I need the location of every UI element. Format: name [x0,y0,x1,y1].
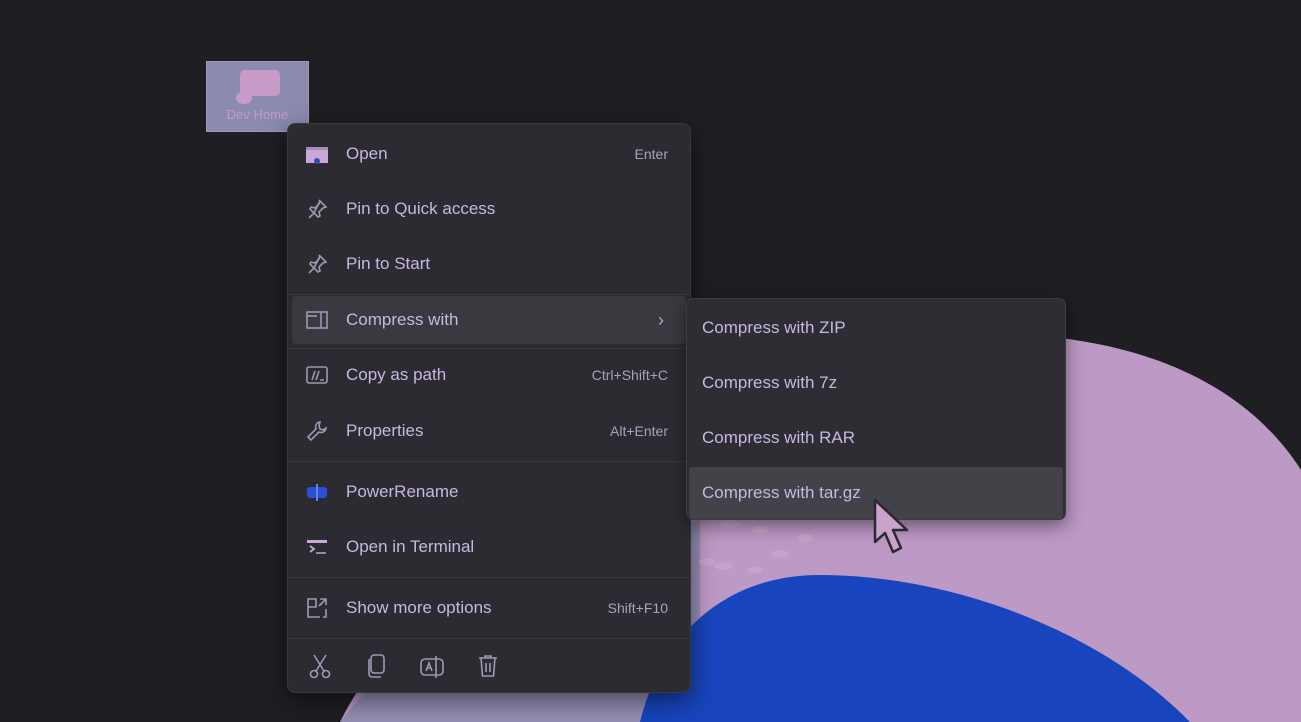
menu-item-label: Properties [346,421,424,440]
compress-submenu: Compress with ZIP Compress with 7z Compr… [686,298,1066,520]
menu-separator [288,294,690,295]
submenu-item-7z[interactable]: Compress with 7z [689,357,1063,409]
desktop-icon-dev-home[interactable]: Dev Home [206,61,309,132]
show-more-icon [304,595,330,621]
menu-item-label: Open [346,144,388,163]
menu-item-pin-start[interactable]: Pin to Start [292,240,686,288]
menu-item-shortcut: Enter [634,146,668,162]
menu-item-label: Copy as path [346,365,447,384]
menu-item-open[interactable]: Open Enter [292,130,686,178]
menu-action-bar [292,648,686,688]
menu-item-compress-with[interactable]: Compress with › [292,296,686,344]
mouse-cursor-icon [873,498,917,563]
menu-item-open-in-terminal[interactable]: Open in Terminal [292,523,686,571]
menu-item-label: Open in Terminal [346,537,475,556]
copy-path-icon [304,362,330,388]
folder-open-icon [304,141,330,167]
menu-item-show-more-options[interactable]: Show more options Shift+F10 [292,584,686,632]
menu-item-shortcut: Alt+Enter [610,423,668,439]
menu-item-label: PowerRename [346,482,459,501]
menu-item-label: Compress with [346,310,459,329]
submenu-item-label: Compress with RAR [702,428,856,447]
menu-item-properties[interactable]: Properties Alt+Enter [292,407,686,455]
copy-icon [365,653,387,684]
rename-icon [419,653,445,684]
menu-item-shortcut: Ctrl+Shift+C [591,367,668,383]
submenu-item-zip[interactable]: Compress with ZIP [689,302,1063,354]
delete-button[interactable] [460,650,516,686]
menu-separator [288,638,690,639]
archive-icon [304,307,330,333]
scissors-icon [308,653,332,684]
menu-separator [288,348,690,349]
menu-separator [288,461,690,462]
pin-icon [304,196,330,222]
menu-item-label: Pin to Start [346,254,431,273]
menu-item-label: Show more options [346,598,492,617]
chevron-right-icon: › [658,309,664,330]
copy-button[interactable] [348,650,404,686]
wrench-icon [304,418,330,444]
dev-home-icon [234,68,282,111]
pin-icon [304,251,330,277]
submenu-item-rar[interactable]: Compress with RAR [689,412,1063,464]
menu-separator [288,577,690,578]
trash-icon [477,653,499,684]
menu-item-power-rename[interactable]: PowerRename [292,468,686,516]
cut-button[interactable] [292,650,348,686]
rename-button[interactable] [404,650,460,686]
menu-item-copy-as-path[interactable]: Copy as path Ctrl+Shift+C [292,351,686,399]
terminal-icon [304,534,330,560]
menu-item-label: Pin to Quick access [346,199,496,218]
submenu-item-label: Compress with tar.gz [702,483,861,502]
desktop-icon-label: Dev Home [226,107,289,122]
menu-item-pin-quick-access[interactable]: Pin to Quick access [292,185,686,233]
submenu-item-label: Compress with ZIP [702,318,846,337]
menu-item-shortcut: Shift+F10 [607,600,668,616]
power-rename-icon [304,479,330,505]
submenu-item-label: Compress with 7z [702,373,838,392]
context-menu: Open Enter Pin to Quick access Pin to St… [287,123,691,693]
